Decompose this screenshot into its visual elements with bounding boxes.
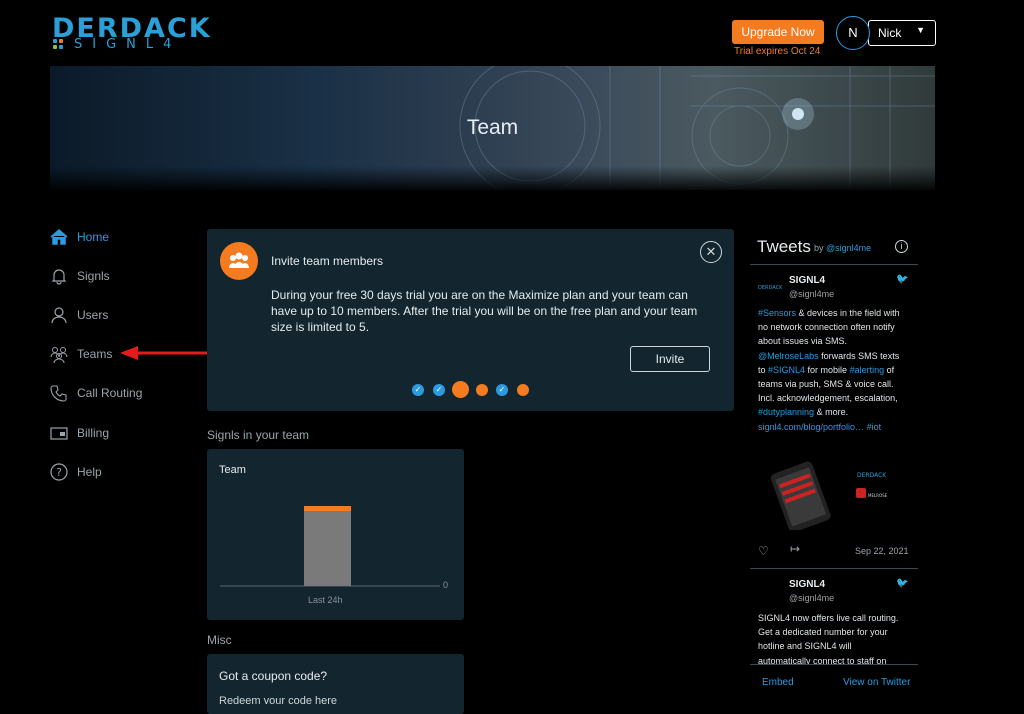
tweet-link[interactable]: #dutyplanning <box>758 407 814 417</box>
divider <box>750 664 918 665</box>
page-banner: Team <box>50 66 935 190</box>
tweet-line: Get a dedicated number for your <box>758 627 888 638</box>
tweet-author-handle[interactable]: @signl4me <box>789 593 834 603</box>
billing-icon <box>50 427 68 440</box>
tweet-line: hotline and SIGNL4 will <box>758 641 852 652</box>
sidebar-item-label: Signls <box>77 269 110 283</box>
tweet-line: signl4.com/blog/portfolio… #iot <box>758 420 916 434</box>
group-icon <box>220 242 258 280</box>
chart-y-tick: 0 <box>443 580 449 590</box>
tweet-line: #Sensors & devices in the field with <box>758 308 900 318</box>
step-dot-done[interactable]: ✓ <box>496 384 508 396</box>
home-icon <box>50 229 68 245</box>
page-title: Team <box>466 116 519 139</box>
trial-expiry-text: Trial expires Oct 24 <box>734 46 821 57</box>
tweet-line: automatically connect to staff on <box>758 655 887 664</box>
tweet-avatar: DERDACK <box>758 280 783 298</box>
close-icon[interactable]: ✕ <box>700 241 722 263</box>
step-dot-todo[interactable] <box>517 384 529 396</box>
help-icon: ? <box>50 463 68 481</box>
step-dot-todo[interactable] <box>476 384 488 396</box>
info-icon[interactable]: i <box>895 240 908 253</box>
heart-icon[interactable]: ♡ <box>758 544 769 558</box>
tweet-line: about issues via SMS. <box>758 336 848 347</box>
image-logo: DERDACK <box>857 472 887 479</box>
tweet-line: no network connection often notify <box>758 322 895 333</box>
section-heading-misc: Misc <box>207 633 232 647</box>
twitter-bird-icon[interactable]: 🐦 <box>896 578 908 589</box>
chart-bar <box>304 506 351 586</box>
tweet-line: to #SIGNL4 for mobile #alerting of <box>758 364 895 375</box>
image-logo-2: MELROSE <box>868 493 888 498</box>
view-on-twitter-link[interactable]: View on Twitter <box>843 677 910 688</box>
chart-bar-top <box>304 506 351 511</box>
embed-link[interactable]: Embed <box>762 677 794 688</box>
divider <box>750 568 918 569</box>
sidebar-item-label: Billing <box>77 426 110 440</box>
tweet-author-handle[interactable]: @signl4me <box>789 289 834 299</box>
invite-button[interactable]: Invite <box>630 346 710 372</box>
tweet-line: Incl. acknowledgement, escalation, <box>758 393 898 404</box>
logo-product-name: SIGNL4 <box>74 37 182 52</box>
tweet-text: SIGNL4 now offers live call routing. Get … <box>758 611 916 664</box>
section-heading-signls: Signls in your team <box>207 428 310 442</box>
sidebar-item-label: Help <box>77 465 102 479</box>
step-dot-done[interactable]: ✓ <box>433 384 445 396</box>
tweet-line: @MelroseLabs forwards SMS texts <box>758 350 900 361</box>
logo-dots-icon <box>53 39 65 51</box>
tweets-title: Tweets <box>757 237 811 256</box>
tweet-link[interactable]: #SIGNL4 <box>768 365 805 375</box>
tweet-author-name[interactable]: SIGNL4 <box>789 275 825 286</box>
user-menu-dropdown[interactable]: Nick ▼ <box>868 20 936 46</box>
chart-title: Team <box>219 464 246 476</box>
svg-text:DERDACK: DERDACK <box>758 285 782 291</box>
user-icon <box>51 307 67 324</box>
onboarding-steps: ✓ ✓ ✓ <box>410 381 532 399</box>
sidebar-item-label: Users <box>77 308 109 322</box>
svg-text:?: ? <box>56 466 62 479</box>
upgrade-now-button[interactable]: Upgrade Now <box>732 20 824 44</box>
tweet-text: #Sensors & devices in the field with no n… <box>758 306 916 434</box>
divider <box>750 264 918 265</box>
tweet-line: #dutyplanning & more. <box>758 407 849 418</box>
signls-chart <box>220 506 440 587</box>
tweet-line: teams via push, SMS & voice call. <box>758 379 894 390</box>
tweet-link[interactable]: @MelroseLabs <box>758 351 819 361</box>
user-name: Nick <box>878 26 902 40</box>
tweet-line: SIGNL4 now offers live call routing. <box>758 613 899 623</box>
twitter-handle-link[interactable]: @signl4me <box>826 243 871 253</box>
chart-x-label: Last 24h <box>308 595 343 605</box>
tweet-author-name[interactable]: SIGNL4 <box>789 579 825 590</box>
twitter-bird-icon[interactable]: 🐦 <box>896 274 908 285</box>
coupon-card <box>207 654 464 714</box>
chevron-down-icon: ▼ <box>916 25 925 35</box>
invite-title: Invite team members <box>271 254 384 268</box>
sidebar-item-label: Teams <box>77 347 113 361</box>
tweet-link[interactable]: #alerting <box>850 365 885 375</box>
tweet-date[interactable]: Sep 22, 2021 <box>855 546 909 556</box>
tweet-link[interactable]: signl4.com/blog/portfolio… <box>758 422 864 432</box>
share-icon[interactable]: ↦ <box>790 542 800 556</box>
coupon-title: Got a coupon code? <box>219 669 328 683</box>
avatar[interactable]: N <box>836 16 870 50</box>
phone-icon <box>50 385 67 402</box>
sidebar-item-label: Call Routing <box>77 386 143 400</box>
coupon-subtitle: Redeem your code here <box>219 695 338 704</box>
teams-icon <box>50 347 68 363</box>
tweet-link[interactable]: #iot <box>867 422 882 432</box>
tweets-by: by @signl4me <box>814 243 872 253</box>
tweet-image[interactable]: DERDACK MELROSE <box>760 460 910 530</box>
step-dot-current[interactable] <box>452 381 469 398</box>
step-dot-done[interactable]: ✓ <box>412 384 424 396</box>
invite-description: During your free 30 days trial you are o… <box>271 288 698 334</box>
bell-icon <box>51 269 67 285</box>
sidebar-item-label: Home <box>77 230 110 244</box>
tweet-link[interactable]: #Sensors <box>758 308 796 318</box>
